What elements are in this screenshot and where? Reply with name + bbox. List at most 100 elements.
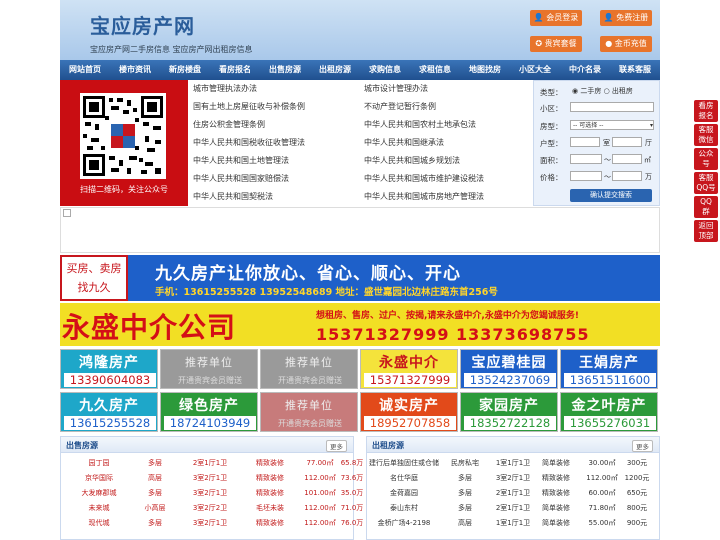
type-radios: ◉ 二手房 ○ 出租房 [572,86,633,96]
room-unit: 室 [603,139,610,147]
listing-row[interactable]: 建行后单独固住或仓储 民房私宅 1室1厅1卫 简单装修 30.00㎡ 300元 [367,456,659,471]
agency-ad[interactable]: 推荐单位 开通贵宾会员赠送 [260,349,358,389]
price-separator: ～ [604,173,611,181]
sidebar-line: 群 [702,207,710,216]
listing-cell: 3室2厅2卫 [192,504,228,512]
listing-row[interactable]: 金桥广场4-2198 高层 1室1厅1卫 简单装修 55.00㎡ 900元 [367,516,659,531]
radio-second-hand[interactable]: ◉ 二手房 [572,87,601,95]
vip-package-button[interactable]: ✪ 贵宾套餐 [530,36,582,52]
type-label: 类型： [540,88,563,97]
listing-row[interactable]: 金荷嘉园 多层 2室1厅1卫 精致装修 60.00㎡ 650元 [367,486,659,501]
agency-ad[interactable]: 家园房产 18352722128 [460,392,558,432]
law-link[interactable]: 中华人民共和国城市房地产管理法 [364,191,484,202]
sell-more-button[interactable]: 更多 [326,440,347,452]
broken-image-icon [63,209,71,217]
sidebar-button[interactable]: 看房 报名 [694,100,718,122]
agency-ad-name: 诚实房产 [379,398,439,414]
listing-row[interactable]: 园丁园 多层 2室1厅1卫 精致装修 77.00㎡ 65.8万 [61,456,364,471]
law-link[interactable]: 中华人民共和国税收征收管理法 [193,137,305,148]
agency-ad[interactable]: 王娟房产 13651511600 [560,349,658,389]
listing-row[interactable]: 现代城 多层 3室2厅1卫 精致装修 112.00㎡ 76.0万 [61,516,364,531]
price-min-input[interactable] [570,171,602,181]
community-input[interactable] [570,102,654,112]
law-link[interactable]: 中华人民共和国国家赔偿法 [193,173,289,184]
rent-more-button[interactable]: 更多 [632,440,653,452]
nav-item[interactable]: 出租房源 [310,60,360,80]
coin-recharge-button[interactable]: ● 金币充值 [600,36,652,52]
listing-row[interactable]: 名仕华庭 多层 3室2厅1卫 精致装修 112.00㎡ 1200元 [367,471,659,486]
law-link[interactable]: 中华人民共和国土地管理法 [193,155,289,166]
area-max-input[interactable] [612,154,642,164]
agency-ad-phone: 开通贵宾会员赠送 [278,419,342,428]
hall-select[interactable] [612,137,642,147]
member-login-button[interactable]: 👤 会员登录 [530,10,582,26]
nav-item[interactable]: 小区大全 [510,60,560,80]
user-add-icon: 👤 [603,13,617,22]
room-select[interactable] [570,137,600,147]
law-link[interactable]: 中华人民共和国契税法 [193,191,273,202]
price-unit: 万 [645,173,652,181]
agency-ad[interactable]: 九久房产 13615255528 [60,392,158,432]
law-link[interactable]: 不动产登记暂行条例 [364,101,436,112]
sidebar-line: 微信 [698,135,714,144]
nav-item[interactable]: 地图找房 [460,60,510,80]
nav-item[interactable]: 出售房源 [260,60,310,80]
sidebar-line: 返回 [698,221,714,230]
listing-row[interactable]: 京华国际 高层 3室2厅1卫 精致装修 112.00㎡ 73.6万 [61,471,363,486]
search-submit-button[interactable]: 确认提交搜索 [570,189,652,202]
area-min-input[interactable] [570,154,602,164]
jiujiu-banner[interactable]: 买房、卖房 找九久 九久房产让你放心、省心、顺心、开心 手机：136152555… [60,255,660,301]
price-max-input[interactable] [612,171,642,181]
nav-item[interactable]: 求租信息 [410,60,460,80]
nav-item[interactable]: 网站首页 [60,60,110,80]
register-button[interactable]: 👤 免费注册 [600,10,652,26]
nav-item[interactable]: 求购信息 [360,60,410,80]
agency-ad[interactable]: 诚实房产 18952707858 [360,392,458,432]
nav-item[interactable]: 中介名录 [560,60,610,80]
sidebar-line: 号 [702,159,710,168]
law-link[interactable]: 城市管理执法办法 [193,83,257,94]
law-link[interactable]: 中华人民共和国城乡规划法 [364,155,460,166]
agency-ad[interactable]: 金之叶房产 13655276031 [560,392,658,432]
agency-ad[interactable]: 鸿隆房产 13390604083 [60,349,158,389]
agency-ad-name: 鸿隆房产 [79,355,139,371]
agency-ad[interactable]: 宝应碧桂园 13524237069 [460,349,558,389]
jiujiu-left-box: 买房、卖房 找九久 [60,255,128,301]
sidebar-line: 客服 [698,125,714,134]
yongsheng-banner[interactable]: 永盛中介公司 想租房、售房、过户、按揭,请来永盛中介,永盛中介为您竭诚服务! 1… [60,303,660,346]
law-link[interactable]: 中华人民共和国城市维护建设税法 [364,173,484,184]
sidebar-button[interactable]: 客服 微信 [694,124,718,146]
radio-rent[interactable]: ○ 出租房 [604,87,633,95]
agency-ad[interactable]: 永盛中介 15371327999 [360,349,458,389]
listing-cell: 金荷嘉园 [390,489,418,497]
broken-banner-image[interactable] [60,207,660,253]
sidebar-button[interactable]: 公众号 [694,148,718,170]
sell-list-header: 出售房源 更多 [61,437,353,453]
sidebar-button[interactable]: 客服 QQ号 [694,172,718,194]
nav-item[interactable]: 楼市资讯 [110,60,160,80]
law-link[interactable]: 中华人民共和国继承法 [364,137,444,148]
site-title[interactable]: 宝应房产网 [90,10,195,39]
nav-item[interactable]: 看房报名 [210,60,260,80]
law-link[interactable]: 中华人民共和国农村土地承包法 [364,119,476,130]
agency-ad-name: 王娟房产 [579,355,639,371]
law-link[interactable]: 国有土地上房屋征收与补偿条例 [193,101,305,112]
sidebar-button[interactable]: QQ 群 [694,196,718,218]
listing-row[interactable]: 未来城 小高层 3室2厅2卫 毛坯未装 112.00㎡ 71.0万 [61,501,364,516]
sidebar-button[interactable]: 返回 顶部 [694,220,718,242]
agency-ad[interactable]: 推荐单位 开通贵宾会员赠送 [260,392,358,432]
law-link[interactable]: 城市设计管理办法 [364,83,428,94]
listing-row[interactable]: 泰山东村 多层 2室1厅1卫 简单装修 71.80㎡ 800元 [367,501,659,516]
agency-ad-phone: 13651511600 [564,373,656,387]
listing-row[interactable]: 大发麻郡城 多层 3室2厅1卫 精致装修 101.00㎡ 35.0万 [61,486,364,501]
property-select[interactable]: -- 可选择 -- ▾ [570,120,654,130]
law-link[interactable]: 住房公积金管理条例 [193,119,265,130]
jiujiu-contact: 手机：13615255528 13952548689 地址：盛世嘉园北边林庄路东… [155,287,498,298]
rent-list-title: 出租房源 [372,441,404,450]
rent-list-header: 出租房源 更多 [367,437,659,453]
agency-ad[interactable]: 绿色房产 18724103949 [160,392,258,432]
nav-item[interactable]: 新房楼盘 [160,60,210,80]
agency-ad[interactable]: 推荐单位 开通贵宾会员赠送 [160,349,258,389]
nav-item[interactable]: 联系客服 [610,60,660,80]
sidebar-line: 客服 [698,173,714,182]
